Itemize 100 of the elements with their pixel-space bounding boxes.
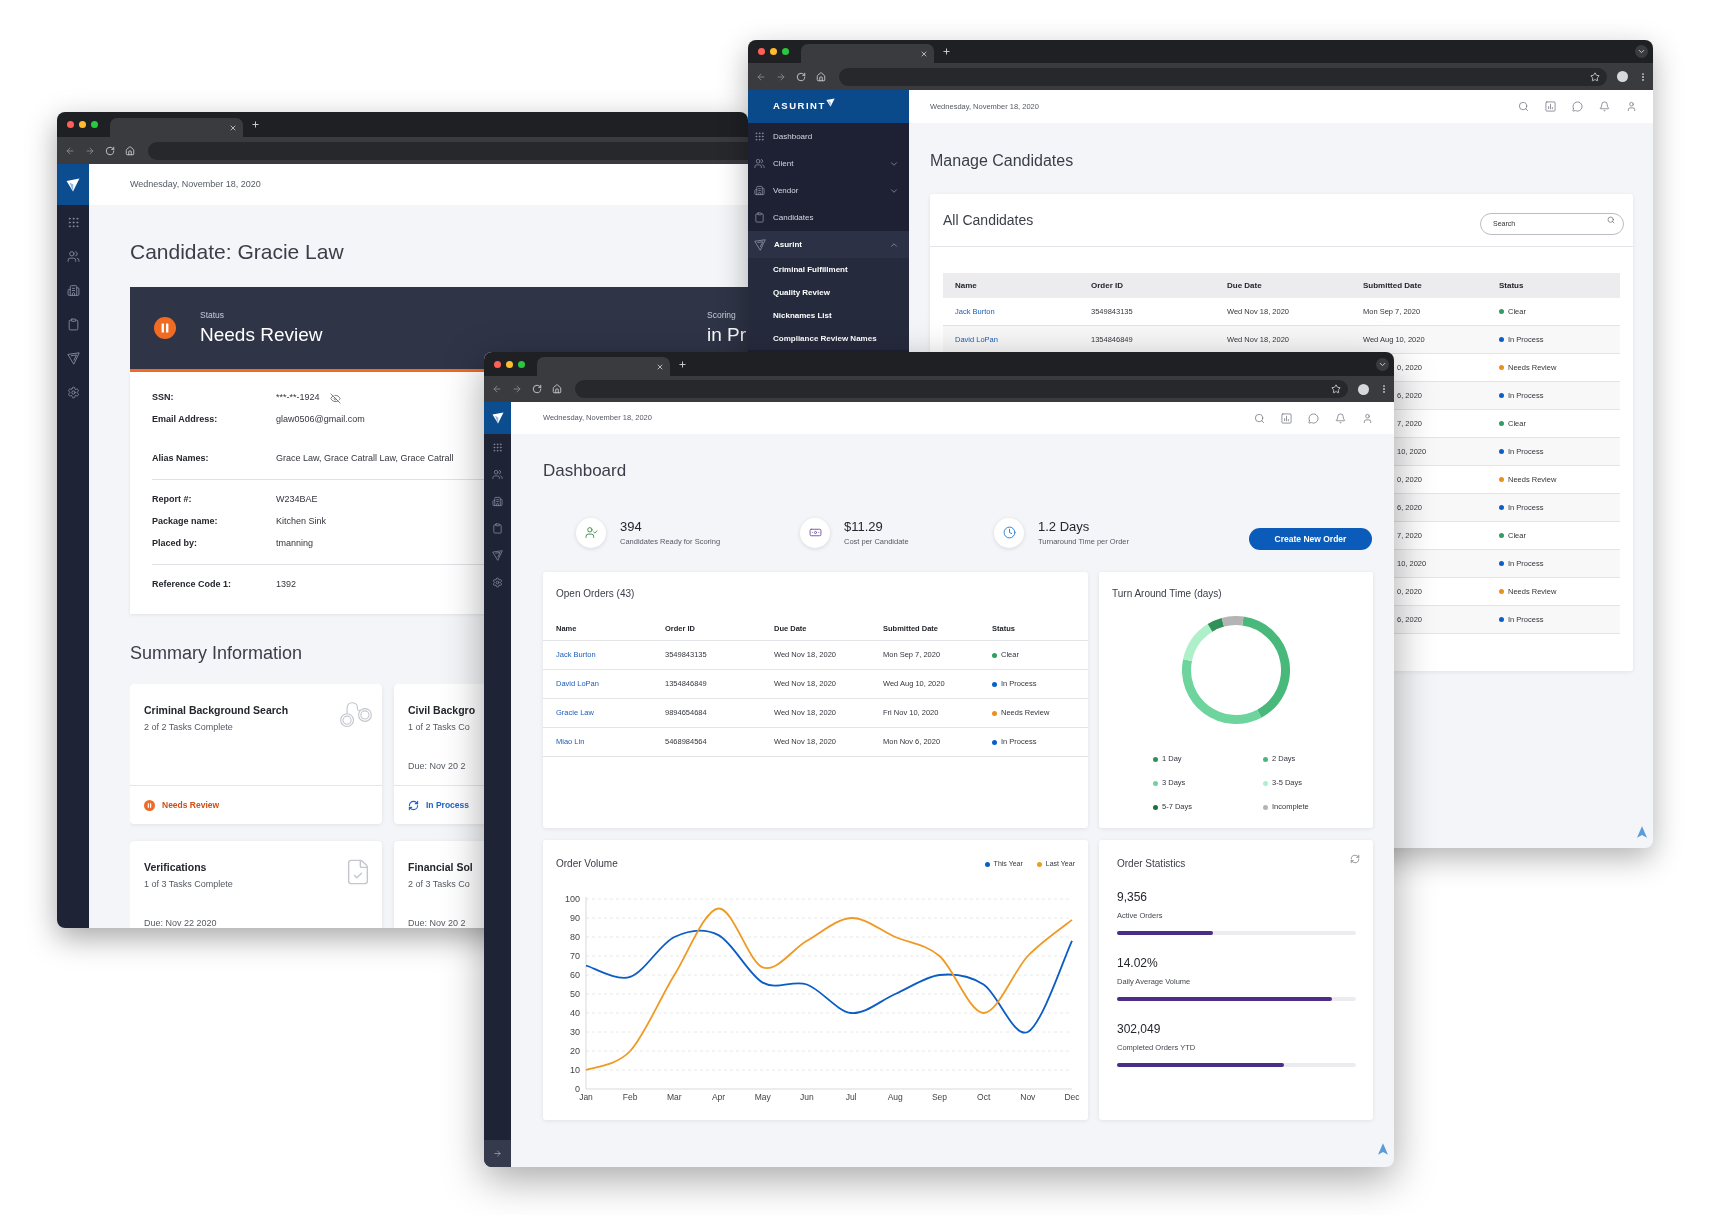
refresh-icon[interactable]: [1350, 854, 1360, 864]
building-icon: [754, 185, 765, 196]
home-icon[interactable]: [552, 384, 562, 394]
navigation-arrow-icon[interactable]: [1378, 1143, 1388, 1155]
window-controls-icon[interactable]: [67, 121, 98, 128]
column-header: Due Date: [1227, 279, 1262, 292]
field-label: Email Address:: [152, 413, 219, 427]
bookmark-star-icon[interactable]: [1331, 384, 1341, 394]
reload-icon[interactable]: [532, 384, 542, 394]
reload-icon[interactable]: [796, 71, 806, 82]
nav-subitem[interactable]: Compliance Review Names: [748, 327, 909, 350]
nav-subitem[interactable]: Quality Review: [748, 281, 909, 304]
window-controls-icon[interactable]: [758, 48, 789, 55]
close-icon[interactable]: [920, 49, 928, 58]
axis-label: Oct: [977, 1092, 991, 1102]
back-icon[interactable]: [492, 384, 502, 394]
bell-icon[interactable]: [1599, 101, 1610, 112]
search-icon[interactable]: [1254, 412, 1265, 424]
building-icon[interactable]: [492, 496, 503, 507]
settings-icon[interactable]: [492, 577, 503, 588]
nav-item[interactable]: Vendor: [748, 177, 909, 204]
task-count: 2 of 3 Tasks Co: [408, 878, 470, 890]
triangle-icon[interactable]: [66, 351, 80, 365]
grid-icon[interactable]: [66, 215, 80, 229]
field-label: SSN:: [152, 391, 175, 405]
new-tab-icon[interactable]: [251, 120, 260, 129]
chevron-down-icon[interactable]: [1635, 45, 1648, 58]
home-icon[interactable]: [125, 145, 135, 156]
window-controls-icon[interactable]: [494, 360, 525, 368]
nav-item[interactable]: Client: [748, 150, 909, 177]
nav-item[interactable]: Candidates: [748, 204, 909, 231]
avatar-icon[interactable]: [1358, 383, 1369, 395]
triangle-icon: [754, 238, 766, 251]
axis-label: 100: [564, 894, 580, 904]
chevron-down-icon[interactable]: [1376, 357, 1389, 371]
search-icon[interactable]: [1518, 101, 1529, 112]
chat-bubble-icon[interactable]: [1308, 412, 1319, 424]
nav-item[interactable]: Asurint: [748, 231, 909, 258]
user-check-icon: [576, 517, 606, 548]
bar-chart-icon[interactable]: [1281, 412, 1292, 424]
avatar-icon[interactable]: [1617, 71, 1628, 82]
close-icon[interactable]: [229, 123, 237, 132]
handcuffs-icon: [340, 701, 372, 728]
grid-icon[interactable]: [492, 442, 503, 453]
status-label: In Process: [426, 798, 469, 812]
home-icon[interactable]: [816, 71, 826, 82]
triangle-icon[interactable]: [492, 550, 503, 561]
settings-icon[interactable]: [66, 385, 80, 399]
new-tab-icon[interactable]: [678, 359, 687, 369]
due-date: Due: Nov 22 2020: [144, 917, 217, 928]
axis-label: Mar: [667, 1092, 682, 1102]
forward-icon[interactable]: [512, 384, 522, 394]
clipboard-icon: [754, 212, 765, 223]
forward-icon[interactable]: [776, 71, 786, 82]
clock-icon: [994, 517, 1024, 548]
task-count: 2 of 2 Tasks Complete: [144, 721, 233, 733]
bar-chart-icon[interactable]: [1545, 101, 1556, 112]
pause-icon: [144, 799, 155, 811]
users-icon[interactable]: [492, 469, 503, 480]
clipboard-icon[interactable]: [66, 317, 80, 331]
back-icon[interactable]: [756, 71, 766, 82]
axis-label: 0: [575, 1084, 580, 1094]
nav-subitem[interactable]: Nicknames List: [748, 304, 909, 327]
pause-icon: [154, 317, 176, 339]
reload-icon[interactable]: [105, 145, 115, 156]
close-icon[interactable]: [656, 362, 664, 371]
search-icon: [1607, 216, 1615, 224]
navigation-arrow-icon[interactable]: [1637, 826, 1647, 838]
card-title: Verifications: [144, 860, 207, 874]
field-label: Report #:: [152, 493, 193, 507]
back-icon[interactable]: [65, 145, 75, 156]
section-title: Summary Information: [130, 642, 303, 664]
bell-icon[interactable]: [1335, 412, 1346, 424]
card-title: Order Statistics: [1117, 857, 1186, 871]
user-icon[interactable]: [1626, 101, 1637, 112]
building-icon[interactable]: [66, 283, 80, 297]
create-order-button[interactable]: Create New Order: [1249, 528, 1372, 550]
task-count: 1 of 2 Tasks Co: [408, 721, 470, 733]
chat-bubble-icon[interactable]: [1572, 101, 1583, 112]
forward-icon[interactable]: [85, 145, 95, 156]
stat-value: 9,356: [1117, 889, 1148, 905]
stat-value: 14.02%: [1117, 955, 1158, 971]
nav-item[interactable]: Dashboard: [748, 123, 909, 150]
field-value: ***-**-1924: [276, 391, 320, 405]
axis-label: 60: [570, 970, 580, 980]
status-label: Status: [200, 310, 225, 321]
new-tab-icon[interactable]: [942, 47, 951, 56]
users-icon[interactable]: [66, 249, 80, 263]
axis-label: 40: [570, 1008, 580, 1018]
nav-subitem[interactable]: Criminal Fulfillment: [748, 258, 909, 281]
bookmark-star-icon[interactable]: [1590, 71, 1600, 82]
field-value: W234BAE: [276, 493, 318, 507]
clipboard-icon[interactable]: [492, 523, 503, 534]
eye-off-icon[interactable]: [329, 392, 341, 404]
field-label: Placed by:: [152, 537, 199, 551]
card-title: Open Orders (43): [556, 587, 635, 601]
expand-arrow-icon[interactable]: [493, 1149, 502, 1158]
kpi-value: 1.2 Days: [1038, 518, 1090, 535]
user-icon[interactable]: [1362, 412, 1373, 424]
axis-label: 10: [570, 1065, 580, 1075]
